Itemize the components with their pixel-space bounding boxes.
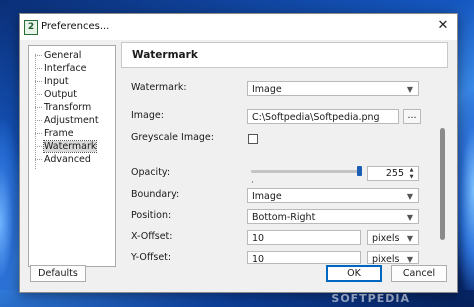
image-path-input[interactable]: C:\Softpedia\Softpedia.png	[247, 109, 399, 124]
category-tree: General Interface Input Output Transform…	[28, 45, 116, 267]
position-select[interactable]: Bottom-Right ▼	[247, 209, 419, 224]
boundary-label: Boundary:	[131, 189, 180, 200]
tree-item-label: Advanced	[44, 154, 91, 165]
opacity-value: 255	[385, 168, 404, 179]
cancel-button[interactable]: Cancel	[391, 265, 447, 282]
tree-item-label: Watermark	[42, 140, 98, 153]
tree-item-adjustment[interactable]: Adjustment	[35, 115, 99, 127]
tree-item-watermark[interactable]: Watermark	[35, 140, 98, 153]
x-offset-unit-value: pixels	[372, 233, 400, 244]
tree-item-label: Output	[44, 89, 77, 100]
tree-item-label: Input	[44, 76, 69, 87]
image-label: Image:	[131, 110, 164, 121]
preferences-dialog: 2 Preferences... ✕ General Interface Inp…	[19, 13, 458, 293]
panel-scrollbar[interactable]	[438, 74, 447, 260]
x-offset-unit-select[interactable]: pixels ▼	[367, 230, 419, 245]
boundary-select[interactable]: Image ▼	[247, 188, 419, 203]
chevron-down-icon: ▼	[406, 192, 413, 201]
slider-tick	[252, 181, 253, 183]
tree-item-label: Transform	[44, 102, 92, 113]
watermark-select-value: Image	[252, 84, 282, 95]
x-offset-label: X-Offset:	[131, 231, 173, 242]
tree-item-input[interactable]: Input	[35, 76, 69, 88]
chevron-down-icon: ▼	[406, 234, 413, 243]
defaults-button[interactable]: Defaults	[30, 265, 86, 282]
opacity-spinbox[interactable]: 255 ▲ ▼	[367, 166, 419, 181]
opacity-slider-thumb[interactable]	[357, 166, 362, 176]
app-icon: 2	[24, 20, 38, 35]
title-bar[interactable]: 2 Preferences... ✕	[20, 14, 457, 40]
tree-item-advanced[interactable]: Advanced	[35, 154, 91, 166]
panel-header: Watermark	[121, 42, 448, 68]
tree-item-label: Frame	[44, 128, 74, 139]
greyscale-label: Greyscale Image:	[131, 132, 214, 143]
y-offset-unit-select[interactable]: pixels ▼	[367, 251, 419, 265]
y-offset-input[interactable]: 10	[247, 251, 361, 265]
tree-item-label: General	[44, 50, 82, 61]
panel-title: Watermark	[132, 49, 198, 61]
boundary-select-value: Image	[252, 191, 282, 202]
greyscale-checkbox[interactable]	[248, 134, 258, 144]
position-label: Position:	[131, 210, 172, 221]
scrollbar-thumb[interactable]	[440, 128, 445, 240]
browse-button[interactable]: ...	[403, 109, 421, 124]
tree-item-interface[interactable]: Interface	[35, 63, 87, 75]
settings-panel: Watermark Watermark: Image ▼ Image: C:\S…	[121, 42, 448, 265]
x-offset-input[interactable]: 10	[247, 230, 361, 245]
watermark-label: Watermark:	[131, 82, 187, 93]
tree-item-frame[interactable]: Frame	[35, 128, 74, 140]
position-select-value: Bottom-Right	[252, 212, 316, 223]
chevron-down-icon: ▼	[406, 213, 413, 222]
spin-arrows-icon[interactable]: ▲ ▼	[407, 167, 416, 180]
y-offset-label: Y-Offset:	[131, 252, 172, 263]
watermark-select[interactable]: Image ▼	[247, 81, 419, 96]
softpedia-watermark: SOFTPEDIA	[331, 292, 410, 305]
chevron-down-icon: ▼	[406, 85, 413, 94]
tree-item-output[interactable]: Output	[35, 89, 77, 101]
tree-item-label: Adjustment	[44, 115, 99, 126]
tree-item-label: Interface	[44, 63, 87, 74]
tree-item-general[interactable]: General	[35, 50, 81, 62]
close-icon[interactable]: ✕	[435, 18, 451, 34]
tree-item-transform[interactable]: Transform	[35, 102, 91, 114]
window-title: Preferences...	[41, 21, 110, 32]
ok-button[interactable]: OK	[326, 265, 382, 282]
y-offset-unit-value: pixels	[372, 254, 400, 265]
opacity-label: Opacity:	[131, 167, 171, 178]
opacity-slider-track[interactable]	[251, 170, 361, 173]
